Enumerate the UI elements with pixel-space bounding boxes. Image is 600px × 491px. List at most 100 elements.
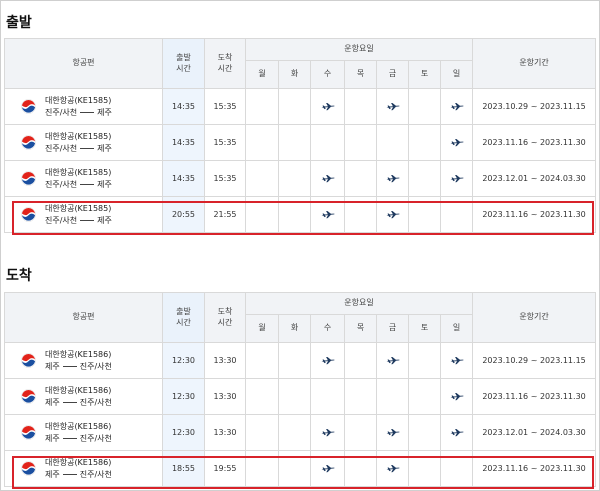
- weekday-header: 토: [408, 314, 441, 343]
- departure-time: 12:30: [162, 342, 205, 379]
- weekday-header: 수: [310, 60, 345, 89]
- route-origin: 제주: [45, 361, 60, 371]
- airline-cell: 대한항공(KE1586) 제주 진주/사천: [4, 342, 163, 379]
- weekday-cell: [344, 124, 377, 161]
- airplane-icon: [386, 174, 400, 183]
- departure-time: 14:35: [162, 88, 205, 125]
- route-destination: 진주/사천: [79, 361, 112, 371]
- flight-route: 진주/사천 제주: [45, 179, 112, 191]
- flight-name: 대한항공(KE1585): [45, 131, 112, 141]
- weekday-cell: [278, 378, 311, 415]
- arrival-section-title: 도착: [6, 268, 32, 284]
- weekday-cell: [344, 342, 377, 379]
- operating-period: 2023.10.29 ~ 2023.11.15: [472, 88, 597, 125]
- weekday-cell: [408, 342, 441, 379]
- route-origin: 제주: [45, 397, 60, 407]
- airline-cell: 대한항공(KE1585) 진주/사천 제주: [4, 160, 163, 197]
- weekday-cell: [439, 378, 474, 415]
- weekday-cell: [344, 160, 377, 197]
- weekday-header: 월: [245, 314, 279, 343]
- korean-air-logo-icon: [21, 135, 36, 150]
- operating-period-header: 운항기간: [472, 38, 597, 89]
- route-arrow-line: [62, 401, 77, 403]
- departure-time: 14:35: [162, 124, 205, 161]
- airline-column-header: 항공편: [4, 292, 163, 343]
- arrival-time: 15:35: [204, 88, 246, 125]
- weekday-cell: [278, 124, 311, 161]
- weekday-cell: [310, 88, 345, 125]
- airline-cell: 대한항공(KE1586) 제주 진주/사천: [4, 414, 163, 451]
- airplane-icon: [450, 102, 464, 111]
- flight-row: 대한항공(KE1586) 제주 진주/사천 12:30 13:30 2023.11.16 …: [4, 378, 597, 415]
- weekday-cell: [344, 414, 377, 451]
- flight-route: 제주 진주/사천: [45, 361, 112, 373]
- airplane-icon: [321, 356, 335, 365]
- korean-air-logo-icon: [21, 99, 36, 114]
- departure-time-header: 출발 시간: [162, 292, 205, 343]
- weekday-cell: [408, 160, 441, 197]
- weekday-cell: [245, 378, 279, 415]
- route-destination: 제주: [97, 107, 112, 117]
- highlighted-row-frame: [12, 201, 594, 235]
- weekday-cell: [278, 160, 311, 197]
- weekday-header: 일: [439, 314, 474, 343]
- korean-air-logo-icon: [21, 389, 36, 404]
- weekday-cell: [439, 88, 474, 125]
- weekday-cell: [408, 88, 441, 125]
- flight-name: 대한항공(KE1586): [45, 349, 112, 359]
- arrival-time: 15:35: [204, 160, 246, 197]
- flight-route: 제주 진주/사천: [45, 397, 112, 409]
- route-origin: 제주: [45, 433, 60, 443]
- weekday-cell: [408, 414, 441, 451]
- airplane-icon: [386, 428, 400, 437]
- weekday-header: 목: [344, 314, 377, 343]
- weekday-header: 토: [408, 60, 441, 89]
- airplane-icon: [321, 428, 335, 437]
- weekday-header: 월: [245, 60, 279, 89]
- departure-time-header: 출발 시간: [162, 38, 205, 89]
- weekday-header: 화: [278, 314, 311, 343]
- route-origin: 진주/사천: [45, 179, 78, 189]
- route-destination: 제주: [97, 143, 112, 153]
- flight-name: 대한항공(KE1586): [45, 385, 112, 395]
- operating-days-header: 운항요일: [244, 292, 474, 315]
- flight-row: 대한항공(KE1586) 제주 진주/사천 12:30 13:30 2023.10.29 …: [4, 342, 597, 379]
- arrival-time-header: 도착 시간: [204, 38, 246, 89]
- airplane-icon: [450, 356, 464, 365]
- departure-time: 12:30: [162, 414, 205, 451]
- route-destination: 진주/사천: [79, 397, 112, 407]
- korean-air-logo-icon: [21, 171, 36, 186]
- airline-cell: 대한항공(KE1585) 진주/사천 제주: [4, 88, 163, 125]
- weekday-cell: [310, 160, 345, 197]
- weekday-header: 수: [310, 314, 345, 343]
- operating-period: 2023.12.01 ~ 2024.03.30: [472, 414, 597, 451]
- flight-name: 대한항공(KE1585): [45, 167, 112, 177]
- arrival-time-header: 도착 시간: [204, 292, 246, 343]
- weekday-cell: [376, 88, 409, 125]
- korean-air-logo-icon: [21, 353, 36, 368]
- weekday-cell: [278, 342, 311, 379]
- flight-row: 대한항공(KE1586) 제주 진주/사천 12:30 13:30 2023.12.01 …: [4, 414, 597, 451]
- weekday-cell: [245, 414, 279, 451]
- airplane-icon: [450, 428, 464, 437]
- airplane-icon: [450, 392, 464, 401]
- weekday-cell: [439, 342, 474, 379]
- weekday-cell: [245, 124, 279, 161]
- weekday-cell: [278, 88, 311, 125]
- airline-cell: 대한항공(KE1586) 제주 진주/사천: [4, 378, 163, 415]
- flight-route: 진주/사천 제주: [45, 143, 112, 155]
- arrival-time: 13:30: [204, 342, 246, 379]
- weekday-cell: [439, 414, 474, 451]
- airplane-icon: [450, 138, 464, 147]
- weekday-header: 일: [439, 60, 474, 89]
- weekday-cell: [408, 378, 441, 415]
- departure-section-title: 출발: [6, 15, 32, 31]
- operating-days-header: 운항요일: [244, 38, 474, 61]
- weekday-header: 금: [376, 60, 409, 89]
- route-destination: 제주: [97, 179, 112, 189]
- route-destination: 진주/사천: [79, 433, 112, 443]
- airplane-icon: [386, 356, 400, 365]
- departure-time: 12:30: [162, 378, 205, 415]
- weekday-cell: [376, 414, 409, 451]
- weekday-header: 목: [344, 60, 377, 89]
